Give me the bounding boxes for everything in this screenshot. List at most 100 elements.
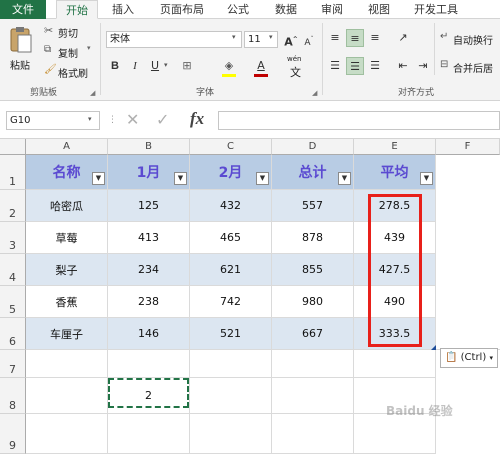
table-cell[interactable]: 432 (190, 190, 272, 222)
table-cell[interactable]: 梨子 (26, 254, 108, 286)
tab-formulas[interactable]: 公式 (220, 0, 256, 19)
table-cell[interactable]: 车厘子 (26, 318, 108, 350)
row-header[interactable]: 7 (0, 350, 26, 378)
italic-button[interactable]: I (126, 57, 144, 75)
insert-function-button[interactable]: fx (190, 109, 204, 129)
table-header-cell[interactable]: 2月 ▼ (190, 155, 272, 190)
table-cell[interactable]: 878 (272, 222, 354, 254)
indent-increase-icon[interactable]: ⇥ (414, 57, 432, 75)
tab-developer[interactable]: 开发工具 (406, 0, 466, 19)
tab-view[interactable]: 视图 (361, 0, 397, 19)
filter-dropdown-icon[interactable]: ▼ (174, 172, 187, 185)
table-cell[interactable]: 234 (108, 254, 190, 286)
wrap-text-button[interactable]: ↵ 自动换行 (440, 31, 500, 47)
empty-cell[interactable] (190, 350, 272, 378)
fill-color-icon[interactable]: ◈ (220, 57, 238, 75)
column-header-c[interactable]: C (190, 139, 272, 155)
column-header-a[interactable]: A (26, 139, 108, 155)
bold-button[interactable]: B (106, 57, 124, 75)
tab-insert[interactable]: 插入 (104, 0, 142, 19)
merge-center-button[interactable]: ⊟ 合并后居 (440, 59, 500, 75)
border-icon[interactable]: ⊞ (178, 57, 196, 75)
row-header[interactable]: 6 (0, 318, 26, 350)
column-header-b[interactable]: B (108, 139, 190, 155)
name-box[interactable]: G10 (6, 111, 100, 130)
empty-cell[interactable] (190, 414, 272, 454)
shrink-font-icon[interactable]: Aˇ (300, 31, 318, 49)
tab-page-layout[interactable]: 页面布局 (152, 0, 212, 19)
select-all-corner[interactable] (0, 139, 26, 155)
clipboard-launcher-icon[interactable]: ◢ (90, 89, 95, 97)
orientation-icon[interactable]: ↗ (394, 29, 412, 47)
align-left-icon[interactable]: ☰ (326, 57, 344, 75)
table-header-cell[interactable]: 平均 ▼ (354, 155, 436, 190)
empty-cell[interactable] (190, 378, 272, 414)
table-cell[interactable]: 146 (108, 318, 190, 350)
table-cell[interactable]: 742 (190, 286, 272, 318)
table-cell[interactable]: 980 (272, 286, 354, 318)
table-header-cell[interactable]: 名称 ▼ (26, 155, 108, 190)
empty-cell[interactable] (272, 378, 354, 414)
empty-cell[interactable] (354, 350, 436, 378)
filter-dropdown-icon[interactable]: ▼ (420, 172, 433, 185)
tab-review[interactable]: 审阅 (314, 0, 350, 19)
align-middle-icon[interactable]: ≡ (346, 29, 364, 47)
empty-cell[interactable] (354, 414, 436, 454)
table-header-cell[interactable]: 总计 ▼ (272, 155, 354, 190)
row-header[interactable]: 3 (0, 222, 26, 254)
worksheet-grid[interactable]: A B C D E F 1 2 3 4 5 6 7 8 9 名称 ▼ 1月 ▼ 2月… (0, 139, 500, 454)
font-launcher-icon[interactable]: ◢ (312, 89, 317, 97)
table-cell[interactable]: 465 (190, 222, 272, 254)
underline-button[interactable]: U (146, 57, 164, 75)
empty-cell[interactable] (26, 414, 108, 454)
align-top-icon[interactable]: ≡ (326, 29, 344, 47)
empty-cells[interactable] (436, 155, 500, 350)
font-name-select[interactable]: 宋体 (106, 31, 242, 48)
paste-button[interactable] (6, 25, 34, 55)
row-header[interactable]: 5 (0, 286, 26, 318)
row-header[interactable]: 8 (0, 378, 26, 414)
phonetic-button[interactable]: 文 (290, 64, 301, 80)
column-header-d[interactable]: D (272, 139, 354, 155)
table-cell[interactable]: 香蕉 (26, 286, 108, 318)
filter-dropdown-icon[interactable]: ▼ (256, 172, 269, 185)
column-header-e[interactable]: E (354, 139, 436, 155)
empty-cell[interactable] (272, 350, 354, 378)
tab-home[interactable]: 开始 (56, 0, 98, 19)
align-bottom-icon[interactable]: ≡ (366, 29, 384, 47)
table-cell[interactable]: 855 (272, 254, 354, 286)
table-cell[interactable]: 557 (272, 190, 354, 222)
table-cell[interactable]: 草莓 (26, 222, 108, 254)
table-header-cell[interactable]: 1月 ▼ (108, 155, 190, 190)
cut-button[interactable]: ✂ 剪切 (44, 24, 84, 40)
empty-cell[interactable] (108, 350, 190, 378)
empty-cell[interactable] (108, 414, 190, 454)
formula-input[interactable] (218, 111, 500, 130)
enter-icon[interactable]: ✓ (156, 110, 169, 129)
paste-options-button[interactable]: 📋 (Ctrl) ▾ (440, 348, 498, 368)
row-header[interactable]: 1 (0, 155, 26, 190)
align-right-icon[interactable]: ☰ (366, 57, 384, 75)
tab-file[interactable]: 文件 (0, 0, 46, 19)
empty-cell[interactable] (26, 350, 108, 378)
table-cell[interactable]: 667 (272, 318, 354, 350)
filter-dropdown-icon[interactable]: ▼ (338, 172, 351, 185)
row-header[interactable]: 4 (0, 254, 26, 286)
font-color-icon[interactable]: A (252, 57, 270, 75)
table-resize-handle[interactable] (431, 345, 436, 350)
table-cell[interactable]: 413 (108, 222, 190, 254)
copy-button[interactable]: ⧉ 复制 ▾ (44, 44, 94, 60)
align-center-icon[interactable]: ☰ (346, 57, 364, 75)
cancel-icon[interactable]: ✕ (126, 110, 139, 129)
empty-cell[interactable] (272, 414, 354, 454)
table-cell[interactable]: 621 (190, 254, 272, 286)
table-cell[interactable]: 125 (108, 190, 190, 222)
row-header[interactable]: 2 (0, 190, 26, 222)
format-painter-button[interactable]: 🖌 格式刷 (44, 64, 94, 80)
row-header[interactable]: 9 (0, 414, 26, 454)
table-cell[interactable]: 238 (108, 286, 190, 318)
table-cell[interactable]: 哈密瓜 (26, 190, 108, 222)
empty-cell[interactable] (26, 378, 108, 414)
tab-data[interactable]: 数据 (268, 0, 304, 19)
grow-font-icon[interactable]: A^ (282, 31, 300, 49)
